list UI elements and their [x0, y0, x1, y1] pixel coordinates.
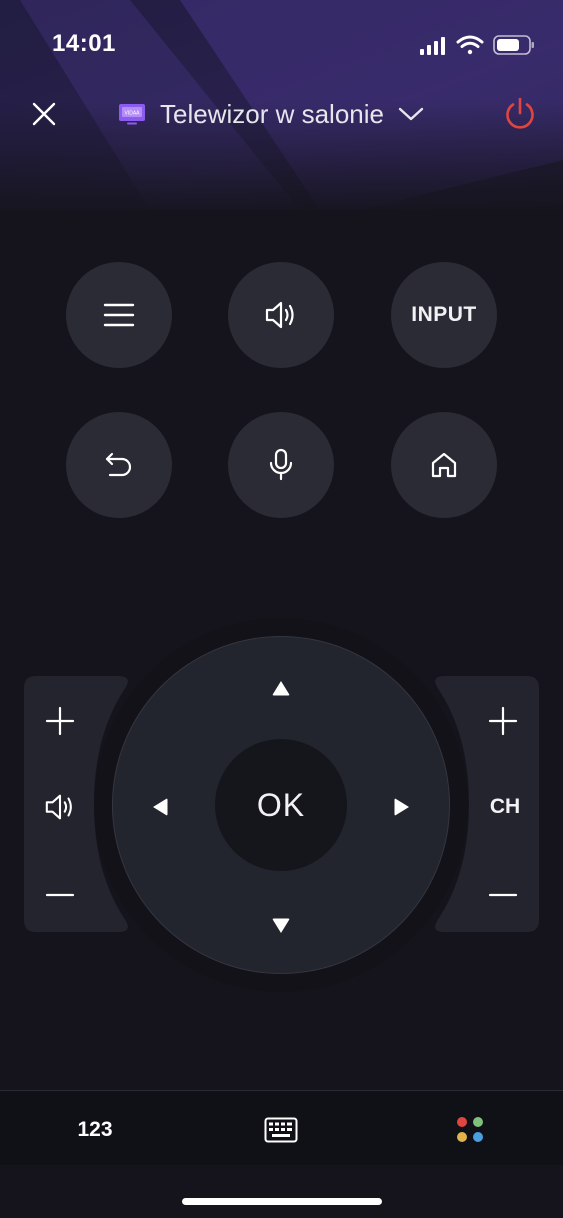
arrow-right-icon — [394, 798, 409, 816]
sound-button[interactable] — [228, 262, 334, 368]
tv-icon: VIDAA — [119, 104, 145, 125]
chevron-down-icon — [398, 107, 424, 121]
arrow-down-icon — [272, 918, 290, 933]
close-icon — [32, 102, 56, 126]
plus-icon — [45, 706, 75, 736]
home-button[interactable] — [391, 412, 497, 518]
power-button[interactable] — [498, 92, 542, 136]
red-key-dot — [457, 1117, 467, 1127]
numpad-button[interactable]: 123 — [60, 1110, 130, 1150]
keyboard-button[interactable] — [258, 1110, 304, 1150]
menu-button[interactable] — [66, 262, 172, 368]
dpad: OK — [112, 636, 450, 974]
channel-label-wrap: CH — [475, 782, 535, 832]
svg-text:VIDAA: VIDAA — [124, 111, 140, 117]
ok-button[interactable]: OK — [215, 739, 347, 871]
volume-label — [30, 782, 90, 832]
yellow-key-dot — [457, 1132, 467, 1142]
status-time: 14:01 — [52, 30, 116, 57]
keyboard-icon — [264, 1117, 298, 1143]
wifi-icon — [456, 35, 484, 55]
dpad-down-button[interactable] — [261, 906, 301, 946]
arrow-up-icon — [272, 681, 290, 696]
background — [0, 0, 563, 1218]
volume-down-button[interactable] — [30, 870, 90, 920]
speaker-icon — [265, 301, 294, 329]
color-keys-button[interactable] — [448, 1108, 492, 1152]
status-icons — [420, 35, 534, 55]
back-button[interactable] — [66, 412, 172, 518]
battery-icon — [493, 35, 534, 55]
voice-button[interactable] — [228, 412, 334, 518]
input-button[interactable]: INPUT — [391, 262, 497, 368]
close-button[interactable] — [26, 96, 62, 132]
channel-up-button[interactable] — [473, 696, 533, 746]
channel-down-button[interactable] — [473, 870, 533, 920]
arrow-left-icon — [153, 798, 168, 816]
power-icon — [506, 97, 534, 129]
channel-label: CH — [489, 795, 521, 818]
home-icon — [431, 452, 457, 478]
device-name: Telewizor w salonie — [160, 98, 384, 129]
home-indicator[interactable] — [182, 1198, 382, 1205]
minus-icon — [488, 893, 518, 897]
dpad-up-button[interactable] — [261, 668, 301, 708]
green-key-dot — [473, 1117, 483, 1127]
blue-key-dot — [473, 1132, 483, 1142]
dpad-left-button[interactable] — [140, 787, 180, 827]
signal-icon — [420, 37, 445, 55]
ok-label: OK — [256, 786, 306, 823]
plus-icon — [488, 706, 518, 736]
speaker-icon — [45, 794, 72, 820]
minus-icon — [45, 893, 75, 897]
dpad-right-button[interactable] — [382, 787, 422, 827]
volume-up-button[interactable] — [30, 696, 90, 746]
input-label: INPUT — [411, 303, 477, 326]
device-selector[interactable]: VIDAA Telewizor w salonie — [118, 96, 424, 132]
back-icon — [105, 452, 132, 477]
menu-icon — [103, 303, 135, 327]
microphone-icon — [269, 448, 293, 481]
